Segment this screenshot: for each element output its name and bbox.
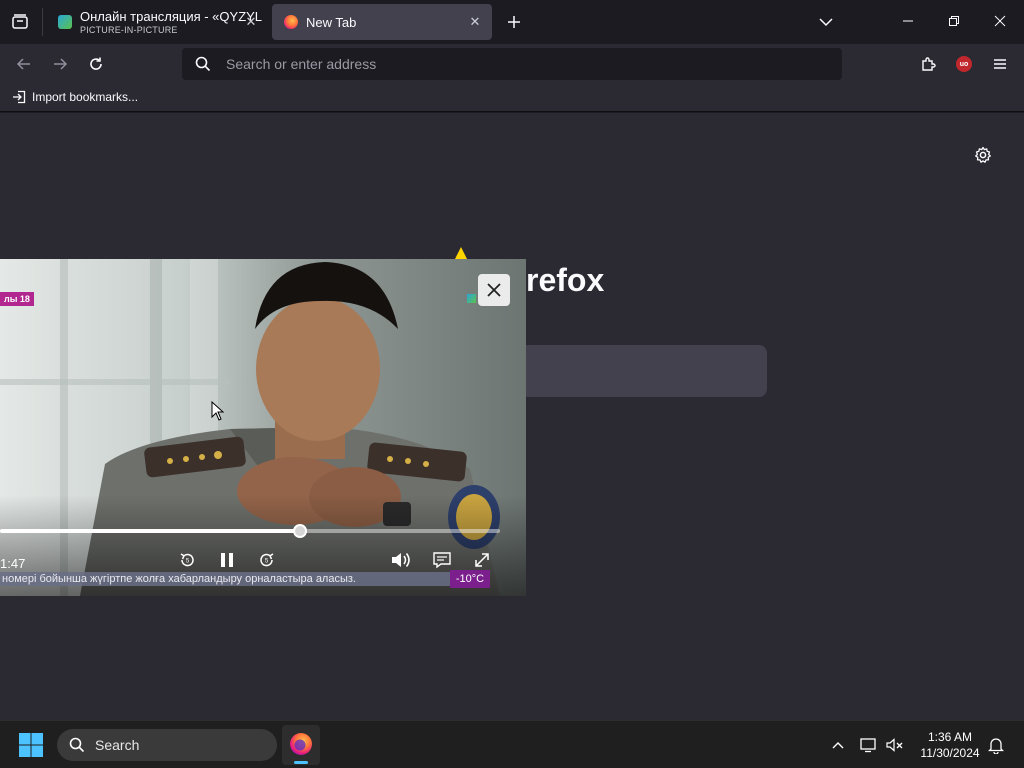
picture-in-picture-window[interactable]: лы 18 1:47 5 5 номері бойынша жүгіртпе ж… xyxy=(0,259,526,596)
personalize-settings-button[interactable] xyxy=(972,144,994,166)
arrow-right-icon xyxy=(54,58,68,70)
pip-fullscreen-button[interactable] xyxy=(470,548,494,572)
pause-icon xyxy=(221,553,233,567)
pip-scrubber[interactable] xyxy=(0,524,500,538)
firefox-favicon-icon xyxy=(284,15,298,29)
tab-divider xyxy=(42,8,43,36)
windows-logo-icon xyxy=(19,733,43,757)
fast-forward-icon: 5 xyxy=(260,553,274,567)
mouse-cursor-icon xyxy=(211,401,225,421)
pip-close-button[interactable] xyxy=(478,274,510,306)
tab-close-icon[interactable]: ✕ xyxy=(468,15,482,29)
tab-close-icon[interactable]: ✕ xyxy=(244,15,258,29)
temperature-badge: -10°C xyxy=(455,573,485,585)
taskbar-firefox-button[interactable] xyxy=(282,725,320,765)
expand-icon xyxy=(475,553,489,567)
tab-new-tab[interactable]: New Tab ✕ xyxy=(272,4,492,40)
network-status-button[interactable] xyxy=(858,735,880,755)
newtab-search-box[interactable] xyxy=(520,345,767,397)
search-icon xyxy=(69,737,85,753)
bookmarks-toolbar: Import bookmarks... xyxy=(0,84,1024,112)
bell-icon xyxy=(988,738,1004,754)
show-hidden-icons-button[interactable] xyxy=(828,735,848,755)
captions-icon xyxy=(433,552,451,569)
news-ticker: номері бойынша жүгіртпе жолға хабарланды… xyxy=(2,572,448,586)
plus-icon xyxy=(508,16,520,28)
pip-seek-back-button[interactable]: 5 xyxy=(176,549,198,571)
ublock-shield-icon: uo xyxy=(956,56,972,72)
import-bookmarks-button[interactable]: Import bookmarks... xyxy=(12,90,138,104)
taskbar-search-input[interactable] xyxy=(95,737,255,753)
new-tab-button[interactable] xyxy=(502,10,526,34)
pip-seek-forward-button[interactable]: 5 xyxy=(256,549,278,571)
channel-logo-icon xyxy=(467,294,476,303)
import-icon xyxy=(13,90,26,104)
address-input[interactable] xyxy=(226,48,826,80)
chevron-down-icon xyxy=(819,18,833,27)
firefox-view-button[interactable] xyxy=(8,10,32,34)
monitor-network-icon xyxy=(860,738,876,753)
pip-scrubber-thumb[interactable] xyxy=(293,524,307,538)
tab-title: New Tab xyxy=(306,14,357,30)
forward-button[interactable] xyxy=(46,50,74,78)
list-all-tabs-button[interactable] xyxy=(814,10,838,34)
pip-scrubber-fill xyxy=(0,529,300,533)
rewind-icon: 5 xyxy=(180,553,194,567)
clock-time: 1:36 AM xyxy=(927,730,973,744)
close-window-button[interactable] xyxy=(982,6,1018,36)
pip-mute-button[interactable] xyxy=(388,547,414,573)
hamburger-menu-icon xyxy=(994,59,1006,69)
speaker-muted-icon xyxy=(886,738,903,752)
reload-icon xyxy=(90,57,102,70)
svg-text:5: 5 xyxy=(186,559,190,565)
restore-icon xyxy=(949,16,959,26)
close-icon xyxy=(487,283,501,297)
close-icon xyxy=(994,15,1006,27)
tab-subtitle: PICTURE-IN-PICTURE xyxy=(80,25,178,35)
navigation-toolbar: uo xyxy=(0,44,1024,84)
import-bookmarks-label: Import bookmarks... xyxy=(32,90,139,104)
video-frame xyxy=(0,259,526,596)
pip-captions-button[interactable] xyxy=(430,548,454,572)
restore-button[interactable] xyxy=(936,6,972,36)
clock-date: 11/30/2024 xyxy=(920,746,980,760)
search-icon xyxy=(195,56,211,72)
tab-pip-stream[interactable]: Онлайн трансляция - «QYZYL PICTURE-IN-PI… xyxy=(46,4,268,40)
ublock-extension-button[interactable]: uo xyxy=(950,50,978,78)
tab-title: Онлайн трансляция - «QYZYL xyxy=(80,9,263,24)
firefox-view-icon xyxy=(12,14,28,29)
arrow-left-icon xyxy=(16,58,30,70)
start-button[interactable] xyxy=(18,732,44,758)
volume-icon xyxy=(392,553,410,567)
gear-icon xyxy=(975,146,991,163)
minimize-icon xyxy=(903,20,913,22)
running-indicator xyxy=(294,761,308,764)
volume-status-button[interactable] xyxy=(884,735,906,755)
pip-time-elapsed: 1:47 xyxy=(0,556,26,571)
windows-taskbar: 1:36 AM 11/30/2024 xyxy=(0,720,1024,768)
firefox-wordmark: refox xyxy=(526,262,605,298)
svg-text:5: 5 xyxy=(265,559,269,565)
back-button[interactable] xyxy=(10,50,38,78)
chevron-up-icon xyxy=(832,742,844,749)
pip-pause-button[interactable] xyxy=(215,548,239,572)
channel-badge: лы 18 xyxy=(0,292,34,306)
notifications-button[interactable] xyxy=(986,735,1006,755)
firefox-logo-icon xyxy=(290,733,312,755)
channel-badge-label: лы 18 xyxy=(4,294,30,304)
reload-button[interactable] xyxy=(82,50,110,78)
taskbar-clock[interactable]: 1:36 AM 11/30/2024 xyxy=(910,729,990,761)
site-favicon-icon xyxy=(58,15,72,29)
news-ticker-text: номері бойынша жүгіртпе жолға хабарланды… xyxy=(2,573,356,585)
extensions-button[interactable] xyxy=(914,50,942,78)
address-bar[interactable] xyxy=(182,48,842,80)
minimize-button[interactable] xyxy=(890,6,926,36)
app-menu-button[interactable] xyxy=(986,50,1014,78)
tab-strip: Онлайн трансляция - «QYZYL PICTURE-IN-PI… xyxy=(0,0,1024,44)
puzzle-icon xyxy=(922,57,936,71)
taskbar-search-box[interactable] xyxy=(57,729,277,761)
